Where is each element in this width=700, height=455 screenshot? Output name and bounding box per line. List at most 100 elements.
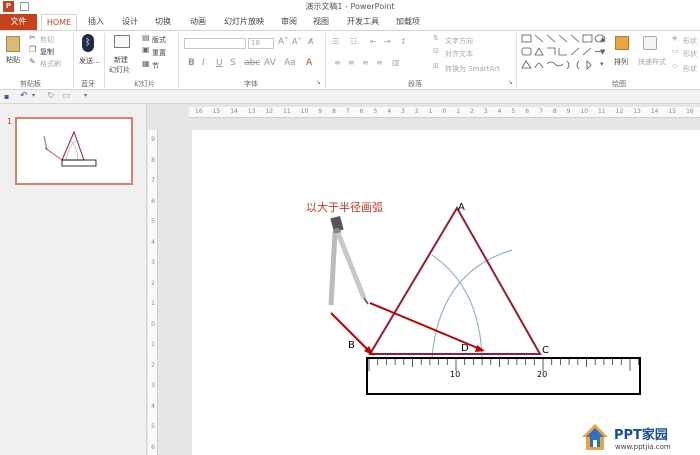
strikethrough-icon[interactable]: abc [244, 58, 260, 68]
tab-insert[interactable]: 插入 [84, 14, 108, 30]
construction-arc-right [431, 254, 483, 359]
shape-effects-icon[interactable]: ◇ [672, 62, 677, 70]
shrink-font-icon[interactable]: A˅ [292, 37, 301, 46]
tab-review[interactable]: 审阅 [277, 14, 301, 30]
grow-font-icon[interactable]: A˄ [278, 37, 289, 47]
paste-button[interactable]: 粘贴 [6, 55, 20, 65]
font-family-select[interactable] [184, 38, 246, 49]
quick-styles-button[interactable]: 快速样式 [638, 57, 666, 67]
tab-animations[interactable]: 动画 [186, 14, 210, 30]
paste-icon[interactable] [6, 36, 20, 52]
tab-transitions[interactable]: 切换 [151, 14, 175, 30]
line-spacing-icon[interactable]: ↕ [400, 37, 407, 46]
align-left-icon[interactable]: ≡ [334, 58, 341, 67]
align-text-icon[interactable]: ⊟ [433, 47, 439, 55]
text-direction-icon[interactable]: ⇅ [433, 34, 439, 42]
format-painter-icon[interactable]: ✎ [29, 57, 36, 66]
smartart-icon[interactable]: ⊞ [433, 62, 439, 70]
group-separator [73, 33, 74, 88]
increase-indent-icon[interactable]: ⇥ [384, 37, 391, 46]
new-slide-button-line2[interactable]: 幻灯片 [109, 65, 130, 75]
font-dialog-launcher-icon[interactable]: ↘ [316, 79, 321, 86]
shadow-icon[interactable]: S [230, 58, 236, 68]
shapes-scroll-up-icon[interactable]: ▲ [600, 35, 605, 43]
arrange-button[interactable]: 排列 [614, 57, 628, 67]
shape-outline-button[interactable]: 形状 [683, 49, 697, 59]
align-text-button[interactable]: 对齐文本 [445, 49, 473, 59]
ruler-tick: 11 [598, 108, 606, 115]
italic-icon[interactable]: I [202, 58, 205, 68]
ruler-tick-labels: 9 8 7 6 5 4 3 2 1 0 1 2 3 4 5 6 [148, 136, 158, 451]
cut-button[interactable]: 剪切 [40, 35, 54, 45]
arrange-icon[interactable] [615, 36, 629, 50]
slide-canvas[interactable]: 以大于半径画弧 A B C D 10 20 [192, 130, 700, 455]
tab-developer[interactable]: 开发工具 [343, 14, 383, 30]
tab-file[interactable]: 文件 [0, 14, 37, 30]
construction-caption[interactable]: 以大于半径画弧 [306, 199, 383, 215]
tab-view[interactable]: 视图 [309, 14, 333, 30]
shapes-gallery[interactable] [520, 33, 612, 75]
font-size-select[interactable]: 18 [248, 38, 274, 49]
shape-effects-button[interactable]: 形状 [683, 64, 697, 74]
new-slide-icon[interactable] [114, 35, 130, 48]
redo-icon[interactable]: ↻ [47, 91, 55, 101]
section-button[interactable]: 节 [152, 61, 159, 71]
ruler-mark-20: 20 [537, 370, 548, 379]
section-icon[interactable]: ▦ [142, 59, 150, 68]
reset-button[interactable]: 重置 [152, 48, 166, 58]
bullets-icon[interactable]: ☰ [332, 37, 339, 46]
font-color-icon[interactable]: A [306, 58, 312, 68]
bluetooth-group-label: 蓝牙 [81, 80, 95, 88]
bluetooth-icon[interactable]: ᛒ [82, 34, 94, 52]
convert-smartart-button[interactable]: 转换为 SmartArt [445, 64, 500, 74]
layout-icon[interactable]: ▤ [142, 33, 150, 42]
shape-fill-button[interactable]: 形状 [683, 36, 697, 46]
copy-icon[interactable]: ❐ [29, 45, 36, 54]
format-painter-button[interactable]: 格式刷 [40, 59, 61, 69]
point-label-d: D [461, 343, 469, 354]
shape-fill-icon[interactable]: ◈ [672, 34, 677, 42]
ruler-tick: 15 [668, 108, 677, 115]
align-center-icon[interactable]: ≡ [348, 58, 355, 67]
text-direction-button[interactable]: 文字方向 [445, 36, 473, 46]
start-from-beginning-icon[interactable]: ▭ [62, 91, 71, 101]
measuring-ruler[interactable] [366, 357, 641, 395]
quick-styles-icon[interactable] [643, 36, 657, 50]
tab-design[interactable]: 设计 [118, 14, 142, 30]
arrowhead-d [475, 345, 485, 352]
shapes-more-icon[interactable]: ▾ [600, 60, 604, 68]
numbering-icon[interactable]: ☷ [350, 37, 357, 46]
tab-addins[interactable]: 加载项 [392, 14, 424, 30]
clear-format-icon[interactable]: A̸ [308, 37, 313, 46]
horizontal-ruler[interactable]: 16 15 14 13 12 11 10 9 8 7 6 5 4 3 2 1 0 1 2 3 4 5 6 7 8 9 10 11 12 1… [189, 107, 700, 118]
bluetooth-send-button[interactable]: 发送... [79, 57, 101, 66]
ruler-tick: 13 [247, 108, 256, 115]
bold-icon[interactable]: B [188, 58, 195, 68]
customize-qat-icon[interactable]: ▾ [84, 92, 87, 99]
shape-outline-icon[interactable]: ▭ [672, 47, 679, 55]
align-right-icon[interactable]: ≡ [362, 58, 369, 67]
tab-home[interactable]: HOME [41, 14, 77, 30]
undo-icon[interactable]: ↶ [20, 91, 28, 101]
decrease-indent-icon[interactable]: ⇤ [370, 37, 377, 46]
tab-slideshow[interactable]: 幻灯片放映 [219, 14, 269, 30]
ruler-tick: 9 [318, 108, 323, 115]
char-spacing-icon[interactable]: AV [264, 58, 276, 68]
compass-icon[interactable] [328, 215, 369, 306]
triangle-abc[interactable] [368, 206, 542, 355]
save-qat-icon[interactable]: ▪ [4, 92, 9, 101]
cut-icon[interactable]: ✂ [29, 33, 36, 42]
paragraph-dialog-launcher-icon[interactable]: ↘ [508, 79, 513, 86]
new-slide-button[interactable]: 新建 [114, 55, 128, 65]
slide-thumbnail-1[interactable] [15, 117, 133, 185]
justify-icon[interactable]: ≡ [376, 58, 383, 67]
shapes-scroll-down-icon[interactable]: ▼ [600, 48, 605, 56]
underline-icon[interactable]: U [216, 58, 223, 68]
undo-dropdown-icon[interactable]: ▾ [32, 92, 35, 99]
reset-icon[interactable]: ▣ [142, 45, 150, 54]
layout-button[interactable]: 版式 [152, 35, 166, 45]
change-case-icon[interactable]: Aa [284, 58, 296, 68]
copy-button[interactable]: 复制 [40, 47, 54, 57]
vertical-ruler[interactable]: 9 8 7 6 5 4 3 2 1 0 1 2 3 4 5 6 [148, 130, 158, 455]
columns-icon[interactable]: ▥ [392, 58, 400, 67]
